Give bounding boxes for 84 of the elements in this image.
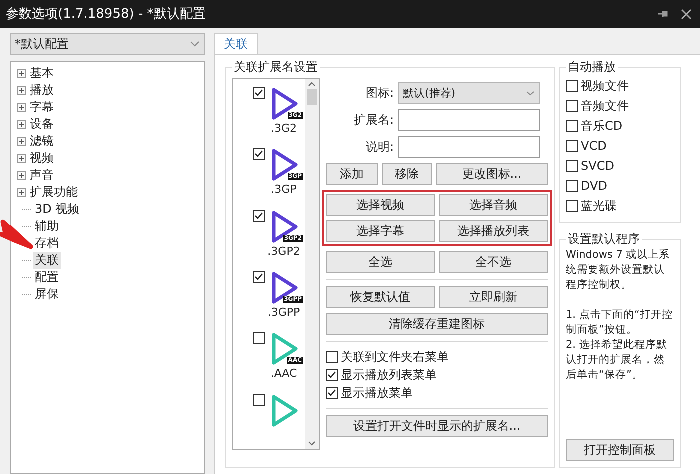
chevron-down-icon [190, 41, 200, 47]
button[interactable]: 选择音频 [439, 194, 548, 216]
tree-item[interactable]: 滤镜 [28, 133, 56, 150]
checkbox[interactable] [566, 160, 578, 172]
button[interactable]: 移除 [382, 163, 432, 185]
button[interactable]: 全不选 [439, 251, 548, 273]
checkbox[interactable] [253, 148, 265, 160]
tree-item[interactable]: 播放 [28, 82, 56, 99]
tree-item[interactable]: 屏保 [33, 286, 61, 303]
tree-item[interactable]: 基本 [28, 65, 56, 82]
check-icon [254, 272, 264, 282]
checkbox-label: VCD [581, 139, 607, 153]
checkbox-label: 显示播放列表菜单 [341, 366, 437, 384]
button[interactable]: 立即刷新 [439, 286, 548, 308]
field-label: 图标: [364, 84, 394, 102]
button[interactable]: 清除缓存重建图标 [326, 313, 548, 335]
checkbox[interactable] [253, 87, 265, 99]
tree-item[interactable]: 字幕 [28, 99, 56, 116]
button[interactable]: 更改图标... [436, 163, 548, 185]
pin-icon[interactable] [657, 8, 669, 20]
tree-item[interactable]: 声音 [28, 167, 56, 184]
tree-item[interactable]: 存档 [33, 235, 61, 252]
extension-label: .3GPP [266, 306, 302, 319]
button[interactable]: 设置打开文件时显示的扩展名... [326, 415, 548, 437]
extension-label: .3G2 [270, 122, 298, 135]
checkbox-label: SVCD [581, 159, 614, 173]
checkbox[interactable] [253, 394, 265, 406]
checkbox[interactable] [253, 270, 265, 283]
checkbox-label: 音乐CD [581, 118, 623, 134]
checkbox[interactable] [566, 140, 578, 152]
window-title: 参数选项(1.7.18958) - *默认配置 [6, 6, 207, 23]
chevron-up-icon[interactable] [308, 82, 316, 87]
icon-dropdown[interactable]: 默认(推荐) [398, 82, 540, 104]
close-icon[interactable] [681, 8, 692, 20]
input-field[interactable] [398, 136, 540, 158]
tree-item[interactable]: 配置 [33, 269, 61, 286]
field-label: 说明: [364, 138, 394, 156]
extension-label: .AAC [270, 367, 298, 380]
checkbox-label: 蓝光碟 [581, 198, 617, 214]
checkbox-label: 音频文件 [581, 98, 629, 114]
input-field[interactable] [398, 109, 540, 131]
checkbox[interactable] [566, 120, 578, 132]
checkbox[interactable] [566, 80, 578, 92]
checkbox-label: 视频文件 [581, 78, 629, 94]
scroll-thumb[interactable] [307, 89, 317, 105]
checkbox-label: 显示播放菜单 [341, 384, 413, 402]
group-title: 自动播放 [567, 59, 617, 76]
button[interactable]: 选择字幕 [326, 220, 435, 242]
group-title: 设置默认程序 [567, 231, 641, 248]
button[interactable]: 打开控制面板 [566, 439, 674, 461]
check-icon [254, 210, 264, 221]
chevron-down-icon [526, 90, 535, 96]
check-icon [254, 88, 264, 98]
button[interactable]: 选择播放列表 [439, 220, 548, 242]
checkbox[interactable] [326, 387, 338, 399]
extension-label: .3GP [270, 183, 298, 196]
button[interactable]: 添加 [326, 163, 378, 185]
tree-item[interactable]: 扩展功能 [28, 184, 80, 201]
checkbox[interactable] [566, 180, 578, 192]
chevron-down-icon[interactable] [308, 441, 316, 446]
checkbox[interactable] [326, 351, 338, 363]
checkbox[interactable] [566, 200, 578, 212]
button[interactable]: 选择视频 [326, 194, 435, 216]
tree-item[interactable]: 辅助 [33, 218, 61, 235]
tree-item[interactable]: 关联 [33, 252, 61, 269]
checkbox[interactable] [253, 210, 265, 222]
checkbox-label: DVD [581, 179, 608, 193]
check-icon [254, 149, 264, 160]
button[interactable]: 恢复默认值 [326, 286, 435, 308]
profile-dropdown[interactable]: *默认配置 [10, 33, 205, 55]
tree-item[interactable]: 视频 [28, 150, 56, 167]
checkbox[interactable] [253, 332, 265, 344]
group-title: 关联扩展名设置 [233, 59, 319, 76]
instructions-text: Windows 7 或以上系统需要额外设置默认程序控制权。 1. 点击下面的“打开控制面板”按钮。 2. 选择希望此程序默认打开的扩展名，然后单击“保存”。 [566, 248, 674, 383]
checkbox[interactable] [566, 100, 578, 112]
tree-item[interactable]: 3D 视频 [33, 201, 82, 218]
checkbox[interactable] [326, 369, 338, 381]
field-label: 扩展名: [352, 112, 394, 128]
button[interactable]: 全选 [326, 251, 435, 273]
scrollbar[interactable] [305, 79, 319, 449]
extension-label: .3GP2 [266, 244, 302, 258]
tab[interactable]: 关联 [214, 33, 258, 55]
tree-item[interactable]: 设备 [28, 116, 56, 133]
checkbox-label: 关联到文件夹右菜单 [341, 348, 449, 366]
